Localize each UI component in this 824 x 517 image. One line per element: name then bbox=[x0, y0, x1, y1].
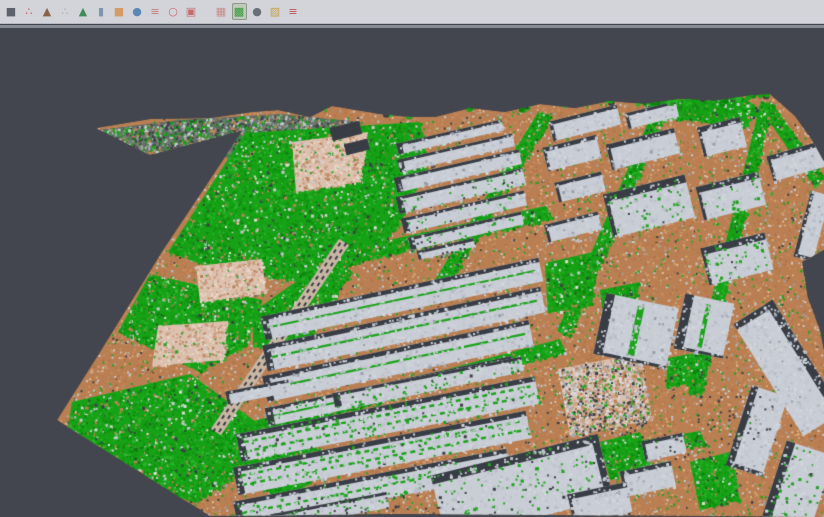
dark-cube-icon[interactable]: ■ bbox=[4, 3, 19, 20]
selection-box-icon[interactable]: ▣ bbox=[184, 3, 199, 20]
viewport-3d[interactable] bbox=[0, 28, 824, 517]
terrain-green-icon[interactable]: ▲ bbox=[76, 3, 91, 20]
target-icon[interactable]: ○ bbox=[166, 3, 181, 20]
clip-box-icon[interactable]: ▨ bbox=[268, 3, 283, 20]
grid-cross-icon[interactable]: ▦ bbox=[214, 3, 229, 20]
layers-icon[interactable]: ≡ bbox=[148, 3, 163, 20]
sparse-points-icon[interactable]: ∴ bbox=[58, 3, 73, 20]
toolbar: ■∴▲∴▲▮■●≡○▣▦▩●▨≡ bbox=[0, 0, 824, 24]
toolbar-gap bbox=[200, 3, 212, 20]
align-points-icon[interactable]: ∴ bbox=[22, 3, 37, 20]
camera-icon[interactable]: ● bbox=[250, 3, 265, 20]
globe-icon[interactable]: ● bbox=[130, 3, 145, 20]
app-window: ■∴▲∴▲▮■●≡○▣▦▩●▨≡ bbox=[0, 0, 824, 517]
flag-bars-icon[interactable]: ≡ bbox=[286, 3, 301, 20]
level-gauge-icon[interactable]: ▮ bbox=[94, 3, 109, 20]
ortho-view-icon[interactable]: ■ bbox=[112, 3, 127, 20]
classification-colors-icon[interactable]: ▩ bbox=[232, 3, 247, 20]
terrain-brown-icon[interactable]: ▲ bbox=[40, 3, 55, 20]
